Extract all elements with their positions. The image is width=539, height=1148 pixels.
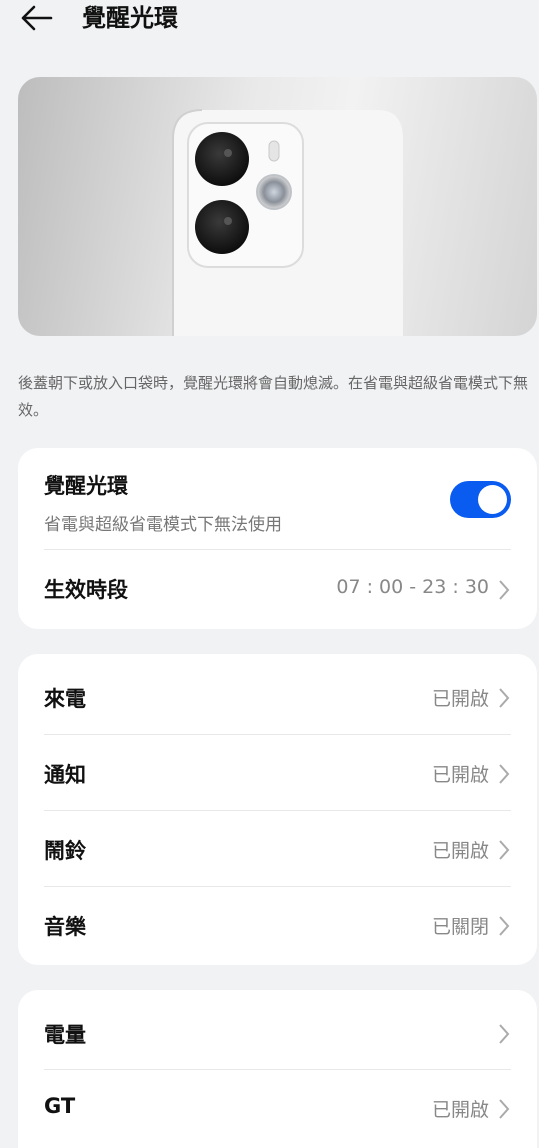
list-item-label: 來電 — [44, 687, 86, 711]
list-item-notification[interactable]: 通知 已開啟 — [44, 735, 511, 811]
chevron-right-icon — [499, 916, 510, 936]
list-item-battery[interactable]: 電量 — [44, 993, 511, 1070]
list-item-music[interactable]: 音樂 已關閉 — [44, 887, 511, 963]
list-item-label: GT — [44, 1094, 76, 1118]
chevron-right-icon — [499, 580, 510, 600]
list-item-label: 電量 — [44, 1023, 86, 1047]
chevron-right-icon — [499, 1024, 510, 1044]
toggle-subtitle: 省電與超級省電模式下無法使用 — [44, 515, 282, 535]
aura-toggle-row[interactable]: 覺醒光環 省電與超級省電模式下無法使用 — [44, 448, 511, 550]
schedule-value: 07 : 00 - 23 : 30 — [336, 576, 489, 598]
toggle-title: 覺醒光環 — [44, 474, 128, 498]
schedule-label: 生效時段 — [44, 578, 128, 602]
top-bar: 覺醒光環 — [0, 0, 539, 40]
list-item-value: 已開啟 — [431, 840, 489, 862]
page-title: 覺醒光環 — [82, 4, 178, 32]
list-item-label: 音樂 — [44, 915, 86, 939]
notification-types-card: 來電 已開啟 通知 已開啟 鬧鈴 已開啟 音樂 已關閉 — [18, 654, 537, 965]
feature-description: 後蓋朝下或放入口袋時，覺醒光環將會自動熄滅。在省電與超級省電模式下無效。 — [18, 374, 529, 419]
chevron-right-icon — [499, 840, 510, 860]
schedule-row[interactable]: 生效時段 07 : 00 - 23 : 30 — [44, 550, 511, 629]
chevron-right-icon — [499, 1099, 510, 1119]
list-item-incoming-call[interactable]: 來電 已開啟 — [44, 659, 511, 735]
phone-preview-image — [18, 77, 537, 336]
other-settings-card: 電量 GT 已開啟 — [18, 990, 537, 1148]
toggle-knob — [478, 485, 507, 514]
list-item-value: 已開啟 — [431, 1099, 489, 1121]
list-item-value: 已開啟 — [431, 764, 489, 786]
list-item-gt[interactable]: GT 已開啟 — [44, 1070, 511, 1146]
main-settings-card: 覺醒光環 省電與超級省電模式下無法使用 生效時段 07 : 00 - 23 : … — [18, 448, 537, 629]
chevron-right-icon — [499, 764, 510, 784]
list-item-value: 已開啟 — [431, 688, 489, 710]
list-item-value: 已關閉 — [431, 916, 489, 938]
chevron-right-icon — [499, 688, 510, 708]
list-item-alarm[interactable]: 鬧鈴 已開啟 — [44, 811, 511, 887]
list-item-label: 鬧鈴 — [44, 839, 86, 863]
list-item-label: 通知 — [44, 763, 86, 787]
aura-toggle-switch[interactable] — [450, 481, 511, 518]
back-arrow-icon[interactable] — [18, 2, 54, 34]
